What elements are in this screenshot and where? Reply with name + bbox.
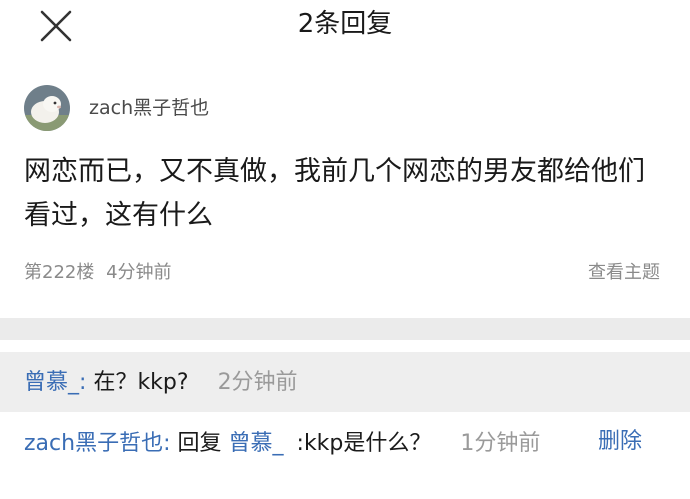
reply-line: 曾慕_: 在？kkp? 2分钟前 [24, 368, 298, 398]
reply-item[interactable]: zach黑子哲也: 回复 曾慕_ :kkp是什么？ 1分钟前 删除 [0, 414, 690, 499]
reply-time: 2分钟前 [217, 370, 298, 395]
comment-time: 4分钟前 [106, 262, 172, 283]
reply-word: 回复 [177, 431, 222, 456]
delete-button[interactable]: 删除 [598, 425, 642, 459]
top-bar: 2条回复 [0, 0, 690, 56]
comment-text: 网恋而已，又不真做，我前几个网恋的男友都给他们看过，这有什么 [24, 156, 645, 231]
reply-separator: : [163, 431, 171, 456]
reply-item[interactable]: 曾慕_: 在？kkp? 2分钟前 [0, 352, 690, 412]
avatar[interactable] [24, 85, 70, 131]
view-thread-link[interactable]: 查看主题 [588, 260, 660, 286]
reply-text: :kkp是什么？ [296, 431, 432, 456]
reply-time: 1分钟前 [460, 431, 541, 456]
reply-target-user[interactable]: 曾慕_ [229, 431, 284, 456]
reply-line: zach黑子哲也: 回复 曾慕_ :kkp是什么？ 1分钟前 [24, 427, 584, 461]
page-title: 2条回复 [297, 9, 393, 39]
floor-number: 第222楼 [24, 262, 95, 283]
section-divider [0, 318, 690, 340]
reply-text: 在？kkp? [93, 370, 189, 395]
original-comment: zach黑子哲也 网恋而已，又不真做，我前几个网恋的男友都给他们看过，这有什么 … [0, 62, 690, 318]
comment-meta: 第222楼 4分钟前 [24, 260, 172, 286]
comment-author[interactable]: zach黑子哲也 [89, 95, 209, 121]
reply-user[interactable]: 曾慕_ [24, 370, 79, 395]
reply-separator: : [79, 370, 87, 395]
lamb-avatar-icon [24, 85, 70, 131]
reply-user[interactable]: zach黑子哲也 [24, 431, 163, 456]
